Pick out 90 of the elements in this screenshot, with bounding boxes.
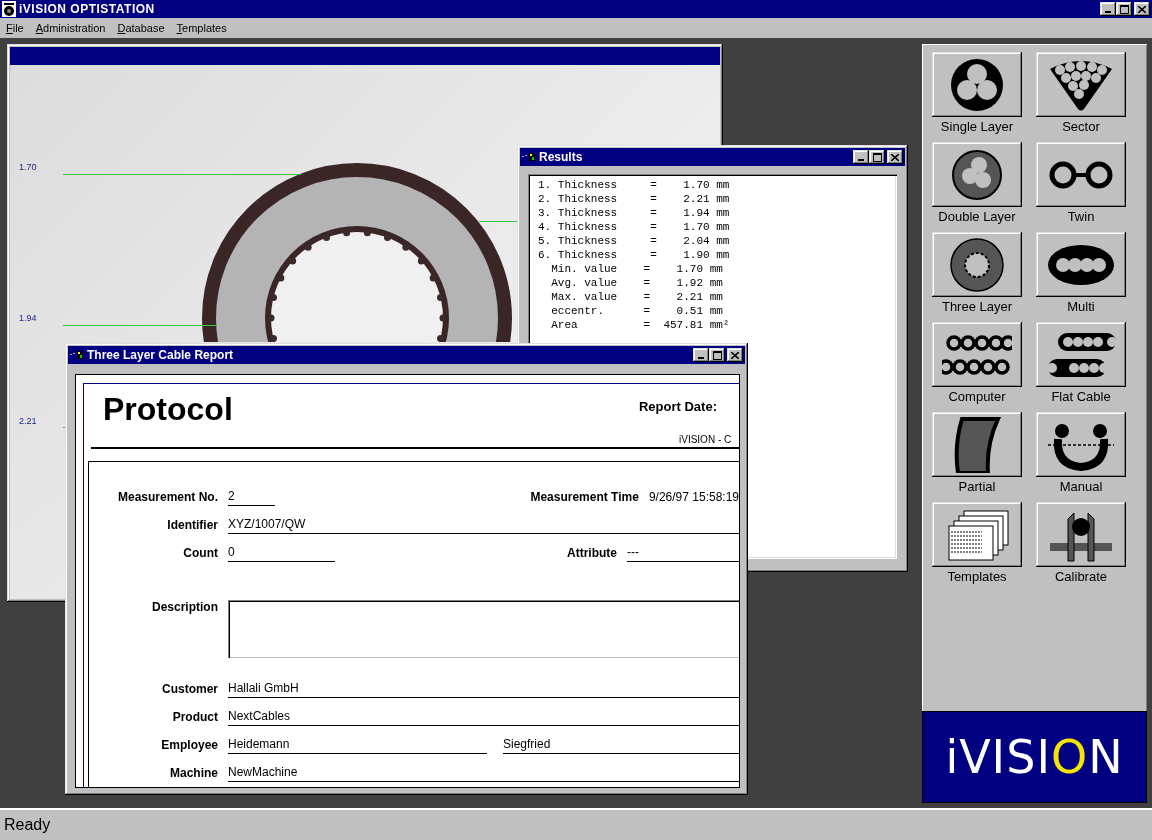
field-label: Measurement Time [530,490,639,506]
field-label: Attribute [567,546,617,562]
measurement-line [479,221,518,222]
close-button[interactable] [887,150,903,164]
result-line: 1. Thickness = 1.70 mm [538,178,731,192]
company-text: iVISION - C [679,434,733,445]
cable-type-label: Partial [958,478,996,496]
form-field[interactable]: 0 [228,545,335,562]
close-icon [891,153,899,161]
measurement-label: 2.21 [19,416,37,426]
field-label: Machine [169,766,218,782]
result-line: 6. Thickness = 1.90 mm [538,248,731,262]
close-icon [1138,5,1146,13]
maximize-icon [712,350,722,360]
field-label: Description [151,600,218,616]
logo-text: iVISION [945,730,1124,784]
cable-type-button[interactable] [932,502,1022,567]
app-icon [522,152,536,162]
cable-type-label: Sector [1062,118,1100,136]
cable-type-label: Manual [1059,478,1103,496]
measurement-label: 1.70 [19,162,37,172]
cable-type-label: Flat Cable [1051,388,1111,406]
cable-type-label: Three Layer [941,298,1013,316]
cable-type-label: Single Layer [940,118,1014,136]
cable-type-button[interactable] [932,322,1022,387]
cable-type-button[interactable] [1036,412,1126,477]
result-line: 2. Thickness = 2.21 mm [538,192,731,206]
close-button[interactable] [1134,2,1150,16]
minimize-button[interactable] [1100,2,1116,16]
close-icon [731,351,739,359]
result-line: Avg. value = 1.92 mm [550,276,724,290]
cable-type-button[interactable] [932,52,1022,117]
form-field[interactable]: NextCables [228,709,739,726]
status-text: Ready [4,816,51,834]
cable-type-button[interactable] [932,412,1022,477]
result-line: eccentr. = 0.51 mm [550,304,724,318]
cable-type-label: Double Layer [938,208,1016,226]
result-line: Max. value = 2.21 mm [550,290,724,304]
cable-type-label: Templates [947,568,1007,586]
field-label: Customer [161,682,218,698]
form-field[interactable]: NewMachine [228,765,739,782]
form-field[interactable]: --- [627,545,739,562]
report-date-label: Report Date: [639,399,717,414]
field-label: Identifier [166,518,218,534]
field-label: Product [171,710,218,726]
menu-item[interactable]: Templates [176,22,227,34]
form-field[interactable]: Siegfried [503,737,739,754]
app-title: iVISION OPTISTATION [19,2,156,16]
close-button[interactable] [727,348,743,362]
result-line: 3. Thickness = 1.94 mm [538,206,731,220]
menu-item[interactable]: Database [117,22,165,34]
cable-type-button[interactable] [1036,232,1126,297]
minimize-button[interactable] [853,150,869,164]
field-label: Employee [160,738,218,754]
cable-type-button[interactable] [1036,142,1126,207]
form-field[interactable]: Heidemann [228,737,487,754]
form-field[interactable]: XYZ/1007/QW [228,517,739,534]
field-label: Count [182,546,218,562]
result-line: 5. Thickness = 2.04 mm [538,234,731,248]
minimize-button[interactable] [693,348,709,362]
cable-type-button[interactable] [1036,52,1126,117]
cable-type-button[interactable] [1036,502,1126,567]
camera-icon [2,1,16,17]
maximize-icon [1119,4,1129,14]
maximize-icon [872,152,882,162]
report-heading: Protocol [103,390,234,428]
maximize-button[interactable] [1116,2,1132,16]
window-title: Results [539,150,584,164]
menu-item[interactable]: Administration [35,22,106,34]
cable-type-button[interactable] [932,142,1022,207]
measurement-label: 1.94 [19,313,37,323]
cable-type-label: Calibrate [1055,568,1107,586]
description-field[interactable] [228,600,739,658]
field-label: Measurement No. [116,490,218,506]
maximize-button[interactable] [709,348,725,362]
app-icon [70,350,84,360]
cable-type-label: Computer [948,388,1006,406]
cable-type-button[interactable] [932,232,1022,297]
form-field[interactable]: 2 [228,489,275,506]
result-line: Area = 457.81 mm² [550,318,731,332]
window-title: Three Layer Cable Report [87,348,235,362]
form-field[interactable]: 9/26/97 15:58:19 [648,490,739,506]
result-line: 4. Thickness = 1.70 mm [538,220,731,234]
result-line: Min. value = 1.70 mm [550,262,724,276]
cable-type-label: Twin [1067,208,1095,226]
maximize-button[interactable] [869,150,885,164]
cable-type-button[interactable] [1036,322,1126,387]
form-field[interactable]: Hallali GmbH [228,681,739,698]
menu-item[interactable]: File [6,22,24,34]
cable-type-label: Multi [1067,298,1095,316]
